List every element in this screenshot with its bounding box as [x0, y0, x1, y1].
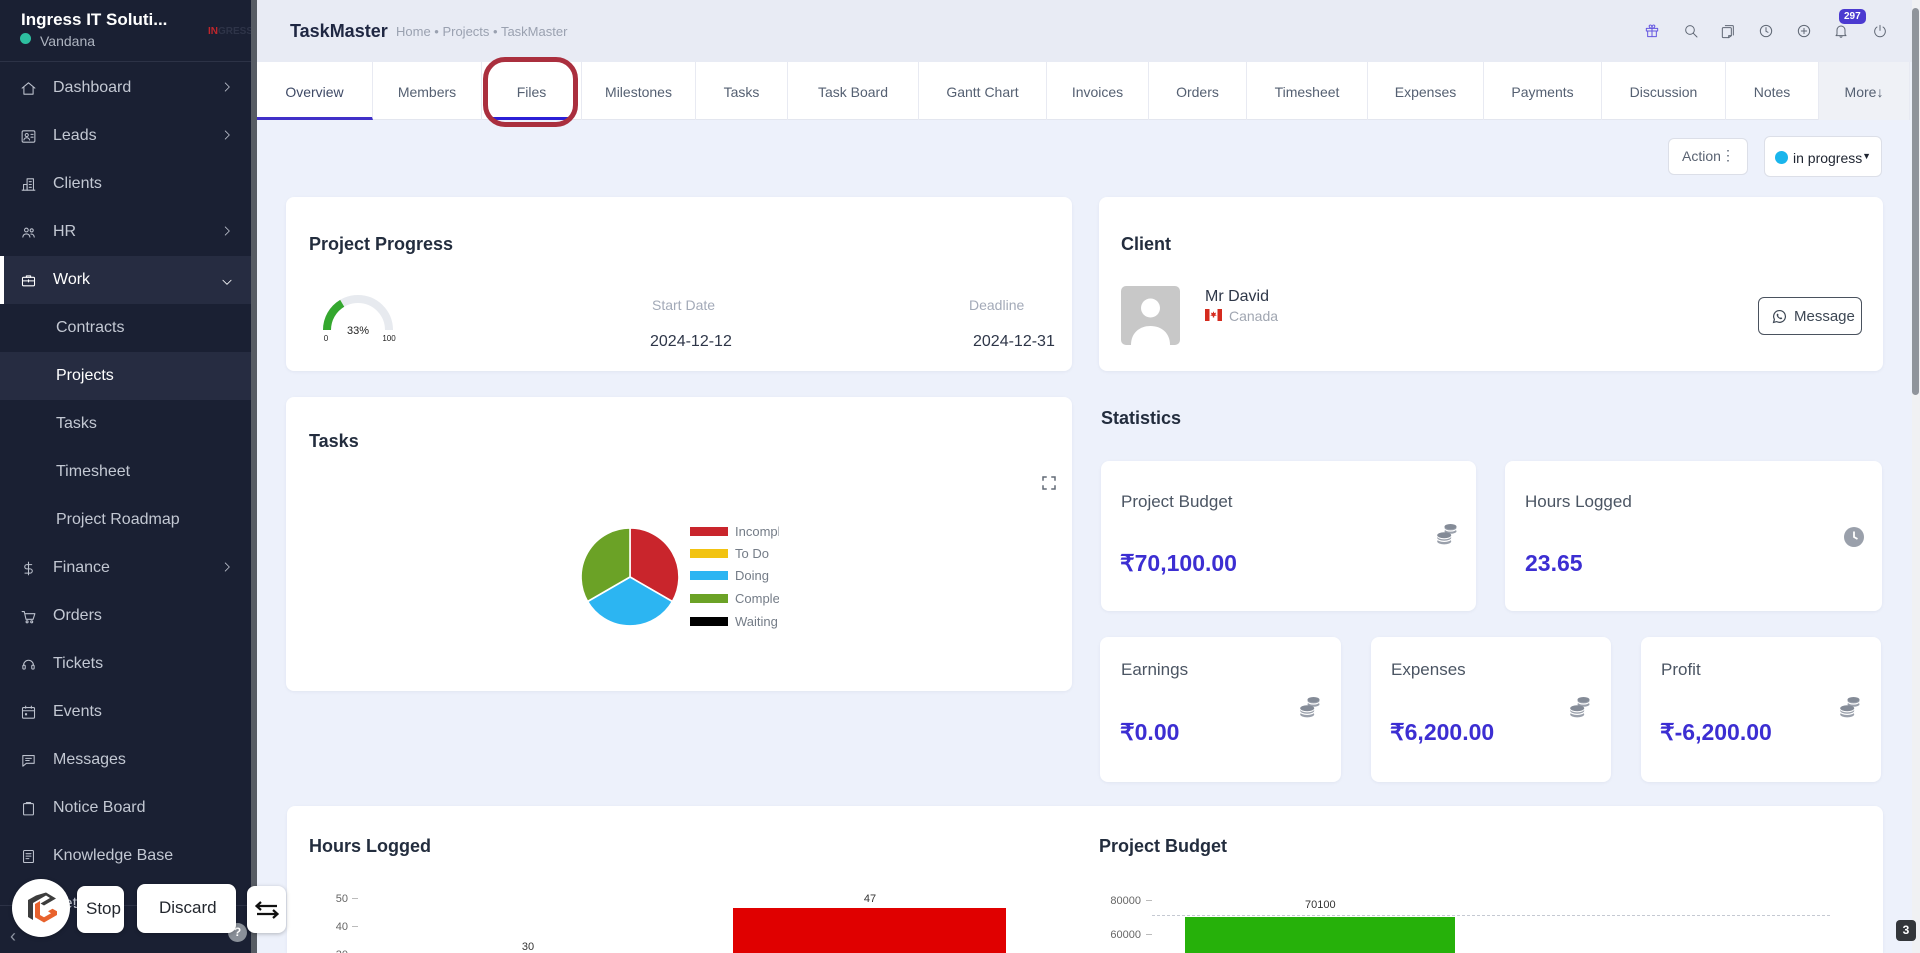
svg-text:0: 0 [324, 334, 329, 341]
svg-text:100: 100 [382, 334, 396, 341]
svg-text:33%: 33% [347, 325, 369, 337]
